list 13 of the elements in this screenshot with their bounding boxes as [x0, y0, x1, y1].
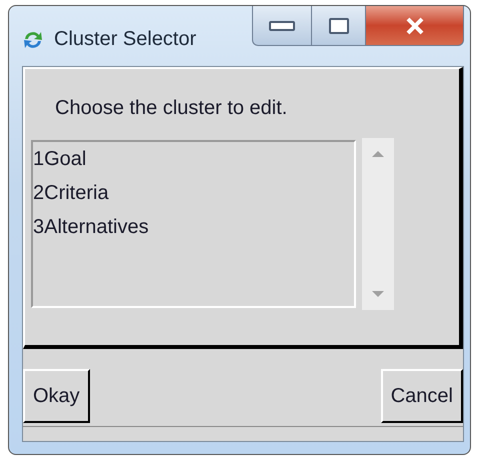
refresh-arrows-icon: [22, 29, 44, 51]
maximize-button[interactable]: [312, 6, 366, 46]
list-item[interactable]: 2Criteria: [33, 176, 354, 210]
cluster-list[interactable]: 1Goal 2Criteria 3Alternatives: [31, 140, 356, 308]
list-item[interactable]: 3Alternatives: [33, 210, 354, 244]
prompt-label: Choose the cluster to edit.: [55, 97, 288, 120]
okay-button[interactable]: Okay: [23, 369, 90, 423]
close-button[interactable]: [366, 6, 464, 46]
list-item[interactable]: 1Goal: [33, 142, 354, 176]
close-icon: [404, 16, 426, 34]
minimize-button[interactable]: [252, 6, 312, 46]
cancel-button[interactable]: Cancel: [380, 369, 463, 423]
window-title: Cluster Selector: [54, 28, 196, 51]
